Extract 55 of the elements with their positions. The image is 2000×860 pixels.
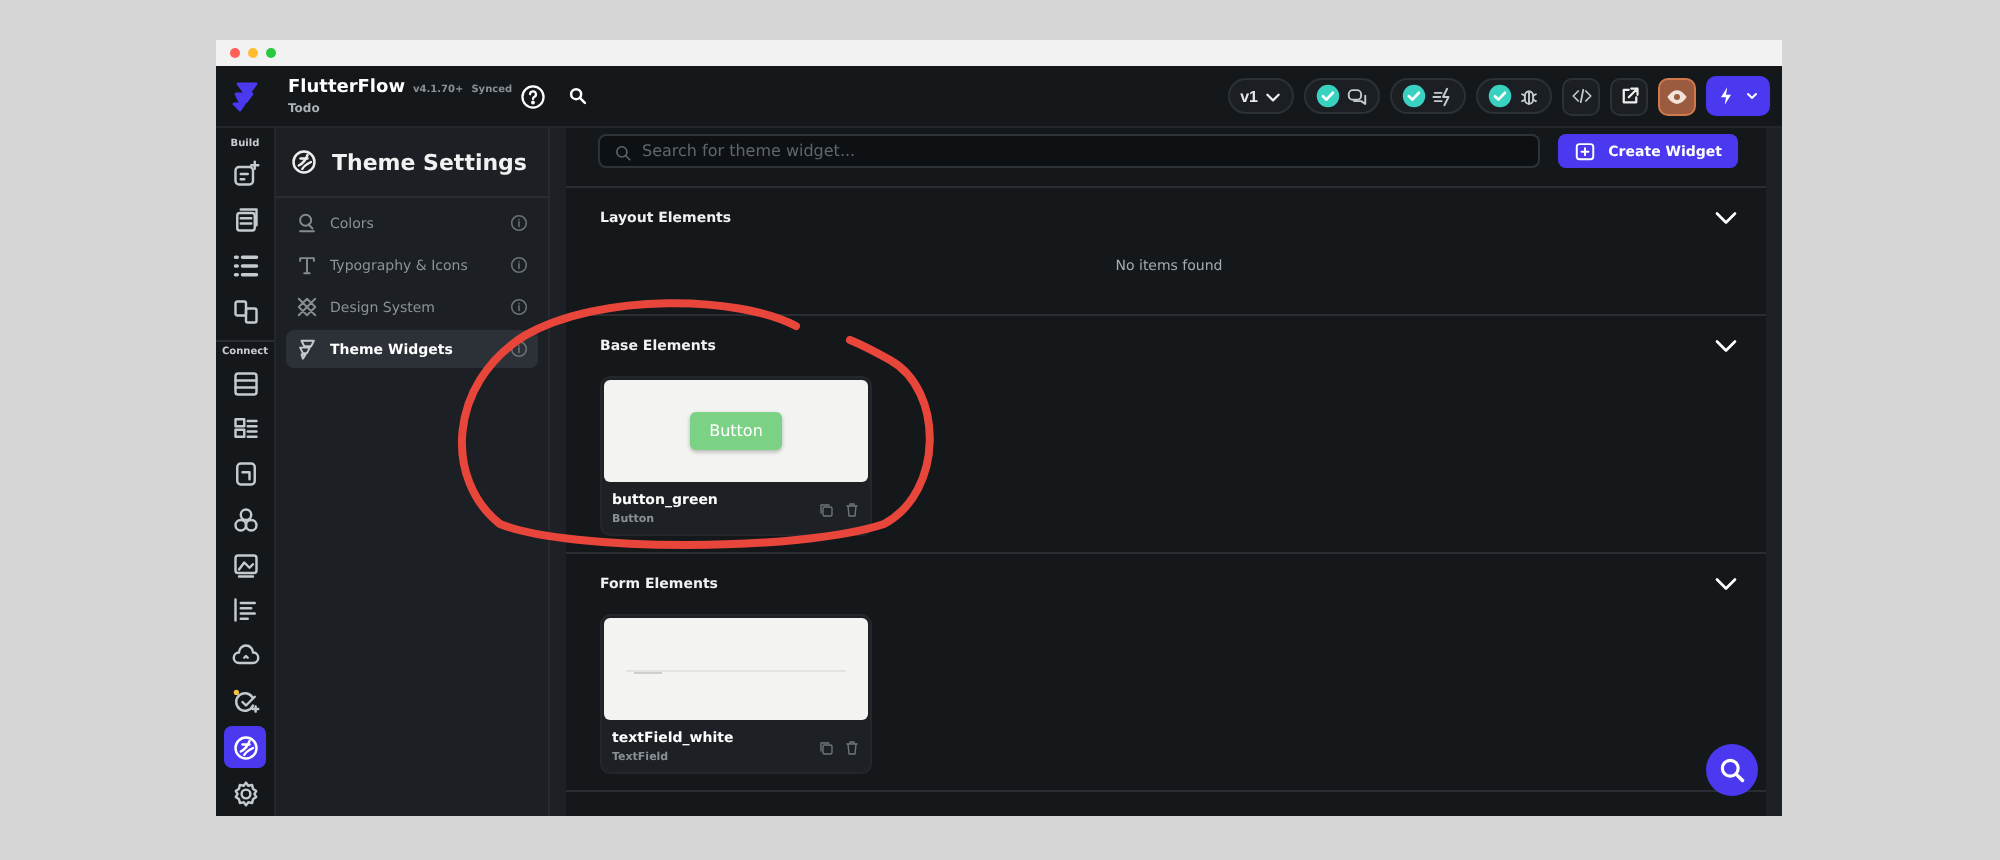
search-icon [1718,756,1746,784]
run-button[interactable] [1706,76,1770,116]
theme-brush-icon [231,733,259,762]
logo-icon [229,80,261,112]
add-widget-icon [231,160,259,189]
document-icon [231,460,259,489]
chat-bubbles-icon [1346,85,1368,107]
panel-title: Theme Settings [332,149,527,175]
text-icon [296,254,318,276]
chevron-down-icon[interactable] [1714,572,1738,596]
sparkle-check-icon [231,687,259,716]
trash-icon[interactable] [844,501,860,517]
status-check-button[interactable] [1304,78,1380,114]
pattern-icon [296,296,318,318]
theme-brush-icon [290,148,318,176]
eye-icon [1666,85,1688,107]
list-icon [231,251,259,280]
three-circles-icon [231,505,259,534]
copy-icon[interactable] [818,501,834,517]
rail-button[interactable] [224,726,266,769]
table-icon [231,369,259,398]
trash-icon[interactable] [844,739,860,755]
search-field[interactable]: Search for theme widget... [598,134,1541,168]
layout-icon [231,297,259,326]
theme-widget-icon [296,338,318,360]
bug-icon [1518,85,1540,107]
form-icon [231,414,259,443]
status-check-button[interactable] [1390,78,1466,114]
open-external-icon [1619,86,1639,106]
image-icon [231,551,259,580]
preview-button[interactable] [1658,77,1696,115]
copy-icon[interactable] [818,739,834,755]
add-widget-icon [1574,140,1597,162]
preview-button: Button [689,412,783,450]
help-icon[interactable] [520,83,546,109]
search-icon [614,144,632,162]
align-icon [231,596,259,625]
version-selector[interactable]: v1 [1228,78,1294,114]
chevron-down-icon[interactable] [1714,334,1738,358]
search-icon[interactable] [568,86,588,106]
status-check-button[interactable] [1476,78,1552,114]
chevron-down-icon [1744,88,1760,104]
info-icon [510,298,528,316]
info-icon [510,256,528,274]
chevron-down-icon[interactable] [1714,206,1738,230]
code-button[interactable] [1562,77,1600,115]
app-name: FlutterFlow [288,77,406,97]
open-external-button[interactable] [1610,77,1648,115]
info-icon [510,340,528,358]
code-icon [1571,86,1591,106]
lightning-icon [1716,86,1736,106]
info-icon [510,214,528,232]
settings-icon [231,779,259,808]
speed-bolt-icon [1432,85,1454,107]
stacked-pages-icon [231,206,259,235]
